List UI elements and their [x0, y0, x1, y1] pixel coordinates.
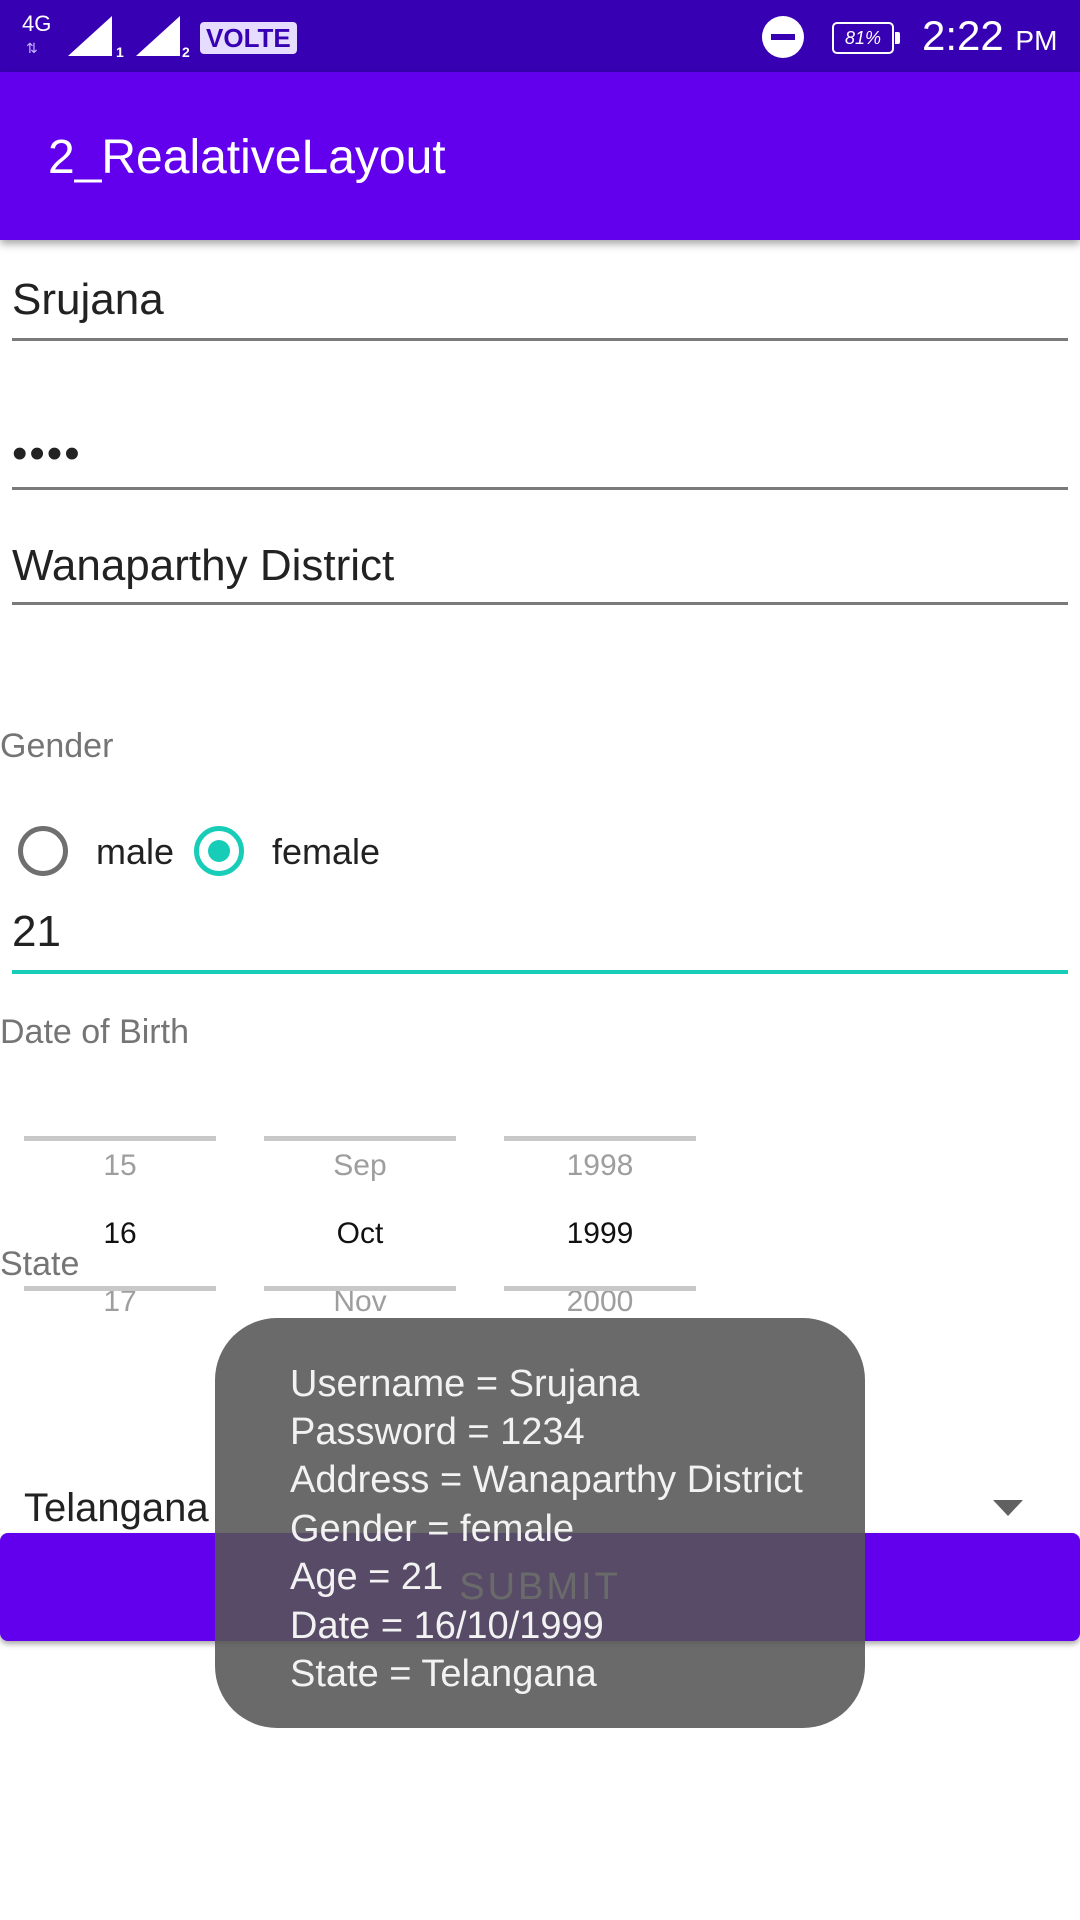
dob-label: Date of Birth: [0, 1013, 189, 1051]
age-underline: [12, 970, 1068, 974]
data-arrows-icon: ⇅: [26, 40, 38, 56]
year-prev[interactable]: 1998: [500, 1148, 700, 1184]
username-field[interactable]: Srujana: [12, 274, 1068, 342]
toast-line-gender: Gender = female: [290, 1508, 575, 1550]
state-label: State: [0, 1245, 80, 1283]
month-selected[interactable]: Oct: [260, 1216, 460, 1252]
battery-icon: 81%: [832, 22, 900, 54]
radio-male[interactable]: male: [18, 826, 188, 878]
radio-male-circle[interactable]: [18, 826, 68, 876]
year-divider-top: [504, 1136, 696, 1141]
address-field[interactable]: Wanaparthy District: [12, 540, 1068, 608]
toast-line-age: Age = 21: [290, 1556, 444, 1598]
status-bar: 4G ⇅ 1 2 VOLTE 81% 2:22 PM: [0, 0, 1080, 72]
app-bar: 2_RealativeLayout: [0, 72, 1080, 240]
network-type: 4G: [22, 11, 52, 36]
clock: 2:22 PM: [922, 12, 1057, 65]
password-field[interactable]: ••••: [12, 424, 1068, 492]
clock-time: 2:22: [922, 12, 1004, 59]
month-divider-top: [264, 1136, 456, 1141]
toast-line-date: Date = 16/10/1999: [290, 1605, 604, 1647]
sim1-number: 1: [116, 44, 124, 60]
toast-line-address: Address = Wanaparthy District: [290, 1459, 803, 1501]
do-not-disturb-icon: [762, 16, 804, 58]
day-prev[interactable]: 15: [20, 1148, 220, 1184]
toast-line-password: Password = 1234: [290, 1411, 585, 1453]
radio-female-label: female: [272, 831, 381, 872]
age-field[interactable]: 21: [12, 906, 1068, 976]
toast-line-username: Username = Srujana: [290, 1363, 640, 1405]
signal-icon-sim2: [136, 16, 180, 56]
password-underline: [12, 487, 1068, 490]
year-divider-bottom: [504, 1286, 696, 1291]
age-value: 21: [12, 907, 61, 956]
state-spinner-value: Telangana: [24, 1486, 209, 1530]
month-prev[interactable]: Sep: [260, 1148, 460, 1184]
sim2-number: 2: [182, 44, 190, 60]
signal-icon-sim1: [68, 16, 112, 56]
day-divider-bottom: [24, 1286, 216, 1291]
clock-ampm: PM: [1015, 25, 1058, 56]
toast-line-state: State = Telangana: [290, 1653, 597, 1695]
address-value: Wanaparthy District: [12, 541, 395, 590]
day-divider-top: [24, 1136, 216, 1141]
month-divider-bottom: [264, 1286, 456, 1291]
username-underline: [12, 338, 1068, 341]
volte-badge: VOLTE: [200, 22, 297, 54]
year-wheel[interactable]: 1998 1999 2000: [500, 1120, 700, 1318]
radio-female-circle[interactable]: [194, 826, 244, 876]
year-selected[interactable]: 1999: [500, 1216, 700, 1252]
month-wheel[interactable]: Sep Oct Nov: [260, 1120, 460, 1318]
dropdown-arrow-icon: [993, 1500, 1023, 1516]
radio-male-label: male: [96, 831, 175, 872]
app-title: 2_RealativeLayout: [48, 131, 446, 184]
gender-label: Gender: [0, 727, 114, 765]
password-value: ••••: [12, 429, 82, 478]
username-value: Srujana: [12, 275, 164, 324]
date-picker: 15 16 17 Sep Oct Nov 1998 1999 2000: [0, 1120, 720, 1318]
radio-female[interactable]: female: [194, 826, 394, 878]
address-underline: [12, 602, 1068, 605]
toast-message: Username = Srujana Password = 1234 Addre…: [215, 1318, 865, 1728]
